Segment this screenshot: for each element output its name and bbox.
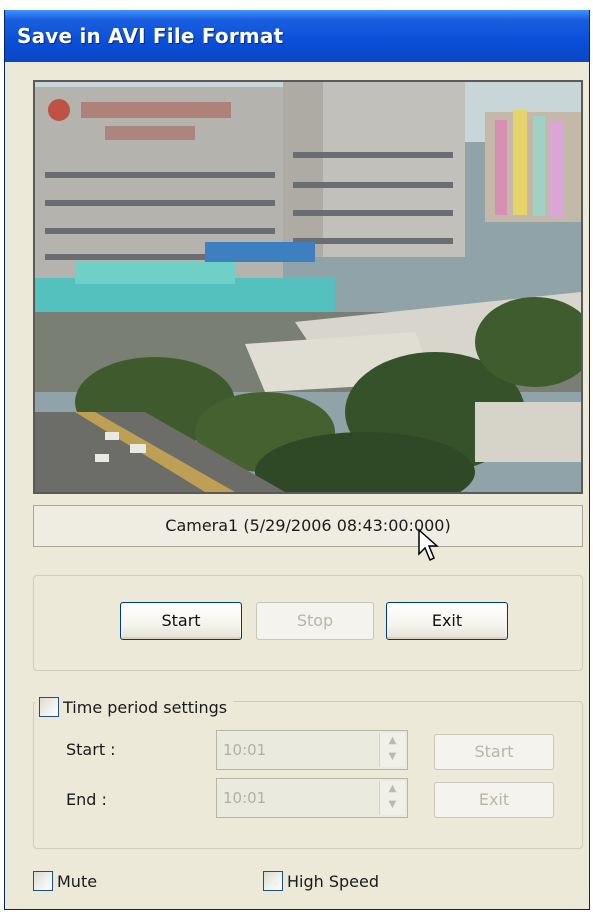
- exit-button[interactable]: Exit: [386, 602, 508, 640]
- time-period-checkbox[interactable]: [39, 697, 59, 717]
- start-time-field[interactable]: 10:01 ▲ ▼: [216, 730, 408, 770]
- high-speed-checkbox[interactable]: [263, 871, 283, 891]
- start-time-spinner[interactable]: ▲ ▼: [379, 733, 405, 767]
- high-speed-option[interactable]: High Speed: [263, 871, 379, 891]
- mute-checkbox[interactable]: [33, 871, 53, 891]
- camera-preview: [33, 80, 583, 494]
- spin-down-icon[interactable]: ▼: [380, 797, 405, 813]
- camera-frame-image: [35, 82, 581, 492]
- end-time-field[interactable]: 10:01 ▲ ▼: [216, 778, 408, 818]
- end-time-label: End :: [66, 790, 107, 809]
- start-time-value: 10:01: [223, 741, 267, 759]
- stop-button[interactable]: Stop: [256, 602, 374, 640]
- spin-up-icon[interactable]: ▲: [380, 781, 405, 797]
- preview-caption: Camera1 (5/29/2006 08:43:00:000): [33, 505, 583, 547]
- time-period-group: Start : 10:01 ▲ ▼ Start End : 10:01 ▲ ▼ …: [33, 701, 583, 849]
- end-time-spinner[interactable]: ▲ ▼: [379, 781, 405, 815]
- mute-label[interactable]: Mute: [57, 872, 97, 891]
- title-bar[interactable]: Save in AVI File Format: [5, 10, 589, 62]
- time-period-checkbox-label[interactable]: Time period settings: [63, 698, 227, 717]
- period-exit-button[interactable]: Exit: [434, 782, 554, 818]
- end-time-value: 10:01: [223, 789, 267, 807]
- start-time-label: Start :: [66, 740, 116, 759]
- spin-down-icon[interactable]: ▼: [380, 749, 405, 765]
- spin-up-icon[interactable]: ▲: [380, 733, 405, 749]
- mute-option[interactable]: Mute: [33, 871, 97, 891]
- recording-controls-group: Start Stop Exit: [33, 575, 583, 671]
- save-avi-dialog: Save in AVI File Format Camera1 (5/29/20…: [4, 10, 590, 910]
- mouse-cursor-icon: [418, 528, 439, 562]
- high-speed-label[interactable]: High Speed: [287, 872, 379, 891]
- time-period-legend: Time period settings: [35, 694, 234, 720]
- period-start-button[interactable]: Start: [434, 734, 554, 770]
- window-title: Save in AVI File Format: [17, 24, 284, 48]
- start-button[interactable]: Start: [120, 602, 242, 640]
